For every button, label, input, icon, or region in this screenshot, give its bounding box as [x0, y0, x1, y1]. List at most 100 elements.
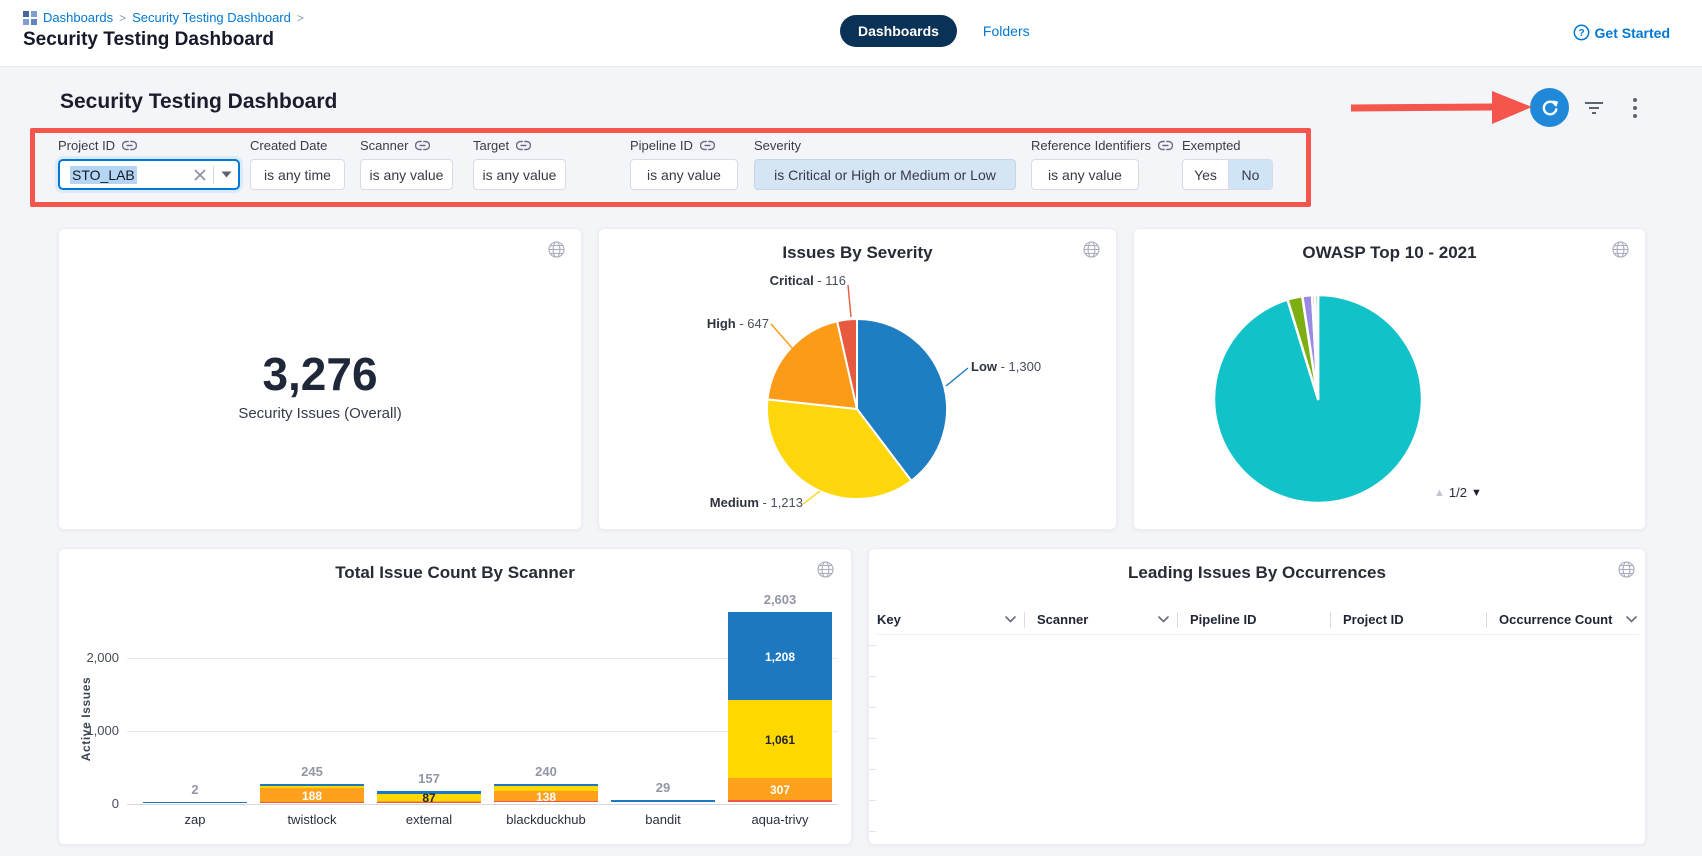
table-row-separator [869, 645, 876, 646]
card-security-issues-overall: 3,276 Security Issues (Overall) [58, 228, 582, 530]
severity-button[interactable]: is Critical or High or Medium or Low [754, 159, 1016, 190]
bar-total-aqua-trivy: 2,603 [728, 592, 832, 607]
link-icon [122, 140, 137, 151]
refresh-button[interactable] [1530, 88, 1569, 127]
help-icon: ? [1573, 24, 1590, 41]
column-header-key[interactable]: Key [877, 612, 1024, 627]
scanner-button[interactable]: is any value [360, 159, 453, 190]
column-header-pipeline-id[interactable]: Pipeline ID [1190, 612, 1330, 627]
page-down-icon[interactable]: ▼ [1471, 487, 1482, 499]
filter-label: Target [473, 138, 509, 153]
filter-label: Severity [754, 138, 801, 153]
category-label-blackduckhub: blackduckhub [488, 812, 604, 827]
clear-icon[interactable] [194, 169, 206, 181]
page: Dashboards > Security Testing Dashboard … [0, 0, 1702, 856]
filter-label: Scanner [360, 138, 408, 153]
pie-slice-high [768, 321, 857, 409]
category-label-zap: zap [137, 812, 253, 827]
pie-slice-medium [767, 399, 911, 499]
breadcrumb-current-link[interactable]: Security Testing Dashboard [132, 10, 291, 25]
project-id-value[interactable]: STO_LAB [70, 166, 137, 184]
gridline [127, 804, 838, 805]
reference-identifiers-button[interactable]: is any value [1031, 159, 1139, 190]
tab-folders[interactable]: Folders [983, 23, 1030, 39]
card-title: OWASP Top 10 - 2021 [1134, 243, 1645, 263]
column-header-project-id[interactable]: Project ID [1343, 612, 1486, 627]
table-row-separator [869, 738, 876, 739]
breadcrumb-separator: > [297, 11, 304, 25]
card-owasp-top-10: OWASP Top 10 - 2021 ▲ 1/2 ▼ [1133, 228, 1646, 530]
bar-blackduckhub-low [494, 784, 598, 786]
globe-icon [1618, 561, 1635, 578]
pie-slice-critical [837, 319, 857, 409]
pie-slice-slice-olive [1288, 296, 1318, 399]
owasp-pie [1134, 229, 1647, 531]
created-date-button[interactable]: is any time [250, 159, 345, 190]
bar-label-external-medium: 87 [377, 791, 481, 805]
filter-created-date: Created Date is any time [250, 138, 345, 190]
get-started-link[interactable]: Get Started [1595, 25, 1670, 41]
bar-twistlock-medium [260, 786, 364, 788]
table-row-separator [869, 769, 876, 770]
table-row-separator [869, 676, 876, 677]
filter-label: Reference Identifiers [1031, 138, 1151, 153]
bar-total-twistlock: 245 [260, 764, 364, 779]
kebab-menu-icon[interactable] [1620, 93, 1650, 123]
card-total-issue-count-by-scanner: Total Issue Count By Scanner 01,0002,000… [58, 548, 852, 845]
scanner-bar-chart: 01,0002,000Active Issues2zap245188twistl… [59, 549, 851, 844]
chevron-down-icon[interactable] [1005, 616, 1016, 623]
target-button[interactable]: is any value [473, 159, 566, 190]
table-header: Key Scanner Pipeline ID Project ID Occur… [877, 605, 1639, 635]
pie-slice-low [857, 319, 947, 481]
pie-label-low: Low - 1,300 [971, 359, 1111, 374]
filter-scanner: Scanner is any value [360, 138, 453, 190]
globe-icon [1083, 241, 1100, 258]
filter-icon[interactable] [1579, 93, 1609, 123]
link-icon [516, 140, 531, 151]
overall-issues-value: 3,276 [59, 347, 581, 401]
category-label-bandit: bandit [605, 812, 721, 827]
dropdown-caret-icon[interactable] [221, 171, 232, 178]
globe-icon [548, 241, 565, 258]
bar-total-external: 157 [377, 771, 481, 786]
pie-connector [946, 368, 968, 386]
breadcrumb-separator: > [119, 11, 126, 25]
bar-total-blackduckhub: 240 [494, 764, 598, 779]
bar-label-aqua-trivy-low: 1,208 [728, 650, 832, 664]
table-row-separator [869, 707, 876, 708]
pie-pagination: ▲ 1/2 ▼ [1434, 485, 1482, 500]
page-title: Security Testing Dashboard [23, 29, 274, 51]
column-header-scanner[interactable]: Scanner [1037, 612, 1177, 627]
filter-label: Exempted [1182, 138, 1241, 153]
exempted-yes-button[interactable]: Yes [1183, 160, 1228, 189]
filter-target: Target is any value [473, 138, 566, 190]
project-id-input[interactable]: STO_LAB [58, 159, 240, 190]
breadcrumb-dashboards-link[interactable]: Dashboards [43, 10, 113, 25]
view-tabs: Dashboards Folders [840, 15, 1030, 47]
pie-label-medium: Medium - 1,213 [679, 495, 803, 510]
page-up-icon[interactable]: ▲ [1434, 487, 1445, 499]
filter-reference-identifiers: Reference Identifiers is any value [1031, 138, 1173, 190]
bar-total-bandit: 29 [611, 780, 715, 795]
pipeline-id-button[interactable]: is any value [630, 159, 738, 190]
pie-slice-slice-pink [1312, 295, 1318, 399]
link-icon [700, 140, 715, 151]
table-row-separator [869, 831, 876, 832]
pie-slice-slice-teal [1214, 295, 1422, 503]
exempted-toggle: Yes No [1182, 159, 1273, 190]
filter-label: Pipeline ID [630, 138, 693, 153]
tab-dashboards[interactable]: Dashboards [840, 15, 957, 47]
card-title: Leading Issues By Occurrences [869, 563, 1645, 583]
filter-label: Project ID [58, 138, 115, 153]
chevron-down-icon[interactable] [1158, 616, 1169, 623]
top-header: Dashboards > Security Testing Dashboard … [0, 0, 1702, 67]
exempted-no-button[interactable]: No [1228, 160, 1272, 189]
dashboard-heading: Security Testing Dashboard [60, 90, 337, 114]
card-leading-issues-by-occurrences: Leading Issues By Occurrences Key Scanne… [868, 548, 1646, 845]
y-axis-title: Active Issues [79, 639, 95, 799]
chevron-down-icon[interactable] [1626, 616, 1637, 623]
refresh-icon [1540, 98, 1560, 118]
bar-twistlock-low [260, 784, 364, 786]
column-header-occurrence-count[interactable]: Occurrence Count [1499, 612, 1639, 627]
breadcrumb: Dashboards > Security Testing Dashboard … [23, 10, 304, 25]
